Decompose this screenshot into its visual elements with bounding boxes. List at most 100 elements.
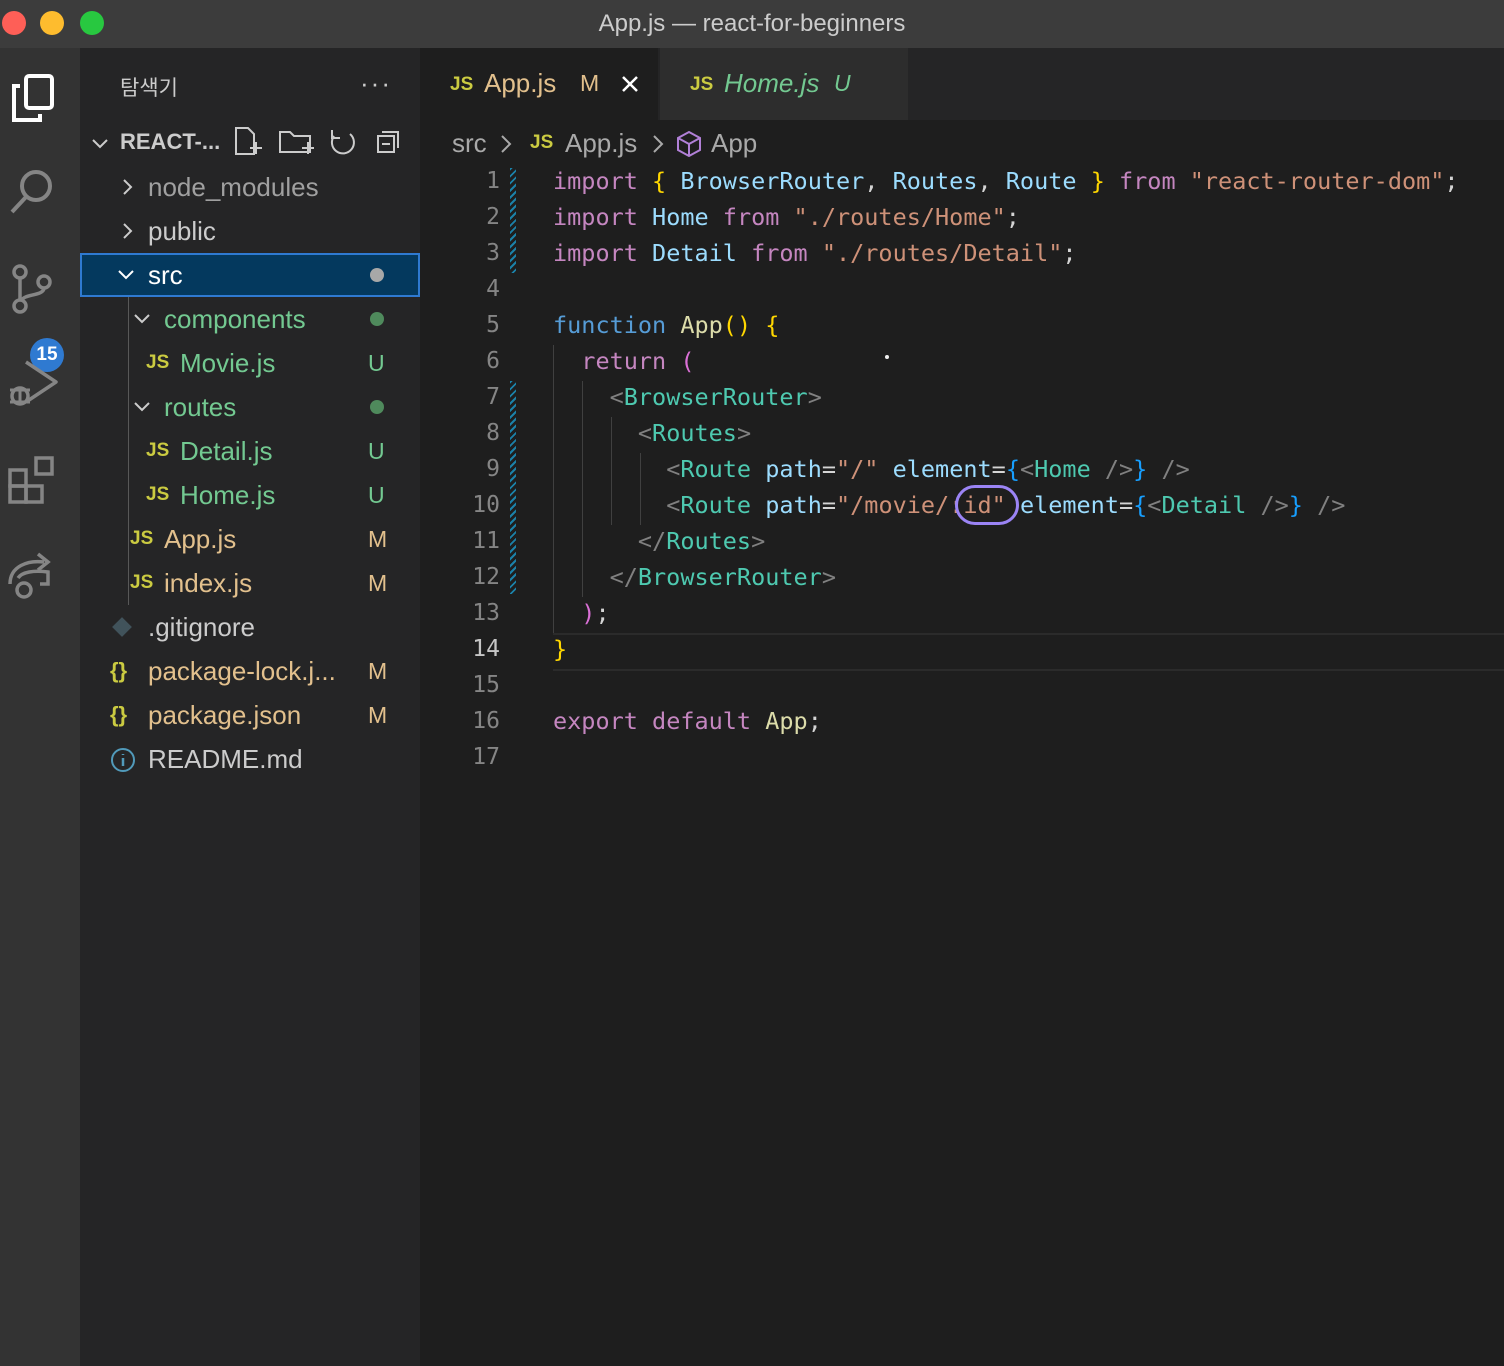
tree-item-label: index.js bbox=[164, 568, 253, 598]
tree-item-label: package.json bbox=[148, 700, 302, 730]
code-line: <BrowserRouter> bbox=[609, 383, 822, 411]
tree-item-movie-js[interactable]: JS Movie.js U bbox=[80, 341, 420, 385]
tree-item-label: .gitignore bbox=[148, 612, 255, 642]
tree-item-label: Detail.js bbox=[180, 436, 273, 466]
tree-item-public[interactable]: public bbox=[80, 209, 420, 253]
tab-status: U bbox=[834, 70, 851, 96]
line-number: 7 bbox=[486, 384, 500, 410]
tab-home-js[interactable]: JS Home.js U bbox=[660, 48, 908, 120]
jsx-tag: Routes bbox=[652, 419, 737, 447]
tab-label: App.js bbox=[484, 68, 557, 98]
more-actions-icon[interactable]: ··· bbox=[360, 68, 392, 99]
tree-item-label: App.js bbox=[164, 524, 237, 554]
info-icon bbox=[111, 748, 135, 772]
tree-item-routes[interactable]: routes bbox=[80, 385, 420, 429]
explorer-title: 탐색기 bbox=[120, 77, 178, 100]
tab-status: M bbox=[580, 70, 600, 96]
tree-item-label: package-lock.j... bbox=[148, 656, 336, 686]
breadcrumb-file[interactable]: App.js bbox=[565, 128, 637, 159]
mouse-speck bbox=[885, 355, 889, 359]
line-number: 6 bbox=[486, 348, 500, 374]
search-icon[interactable] bbox=[4, 164, 62, 222]
string-literal: "/" bbox=[836, 455, 879, 483]
git-status: U bbox=[368, 350, 385, 376]
chevron-down-icon bbox=[118, 270, 134, 280]
js-file-icon: JS bbox=[530, 132, 554, 153]
jsx-attribute: element bbox=[1019, 491, 1119, 519]
line-number: 8 bbox=[486, 420, 500, 446]
jsx-attribute: path bbox=[765, 455, 822, 483]
jsx-tag: Route bbox=[680, 491, 752, 519]
json-file-icon: {} bbox=[110, 658, 128, 683]
code-line: </Routes> bbox=[637, 527, 766, 555]
code-line: } bbox=[553, 635, 568, 663]
explorer-icon[interactable] bbox=[4, 68, 62, 126]
tab-app-js[interactable]: JS App.js M bbox=[420, 48, 658, 120]
tree-item-detail-js[interactable]: JS Detail.js U bbox=[80, 429, 420, 473]
line-number: 10 bbox=[472, 492, 500, 518]
tree-item-index-js[interactable]: JS index.js M bbox=[80, 561, 420, 605]
untracked-dot-icon bbox=[370, 312, 384, 326]
jsx-attribute: element bbox=[892, 455, 992, 483]
tree-item-label: public bbox=[148, 216, 216, 246]
tree-item-gitignore[interactable]: .gitignore bbox=[80, 605, 420, 649]
tree-item-package-lock[interactable]: {} package-lock.j... M bbox=[80, 649, 420, 693]
function-name: App bbox=[680, 311, 723, 339]
jsx-tag: Detail bbox=[1161, 491, 1247, 519]
breadcrumb-folder[interactable]: src bbox=[452, 128, 487, 159]
chevron-right-icon bbox=[123, 223, 133, 239]
modified-dot-icon bbox=[370, 268, 384, 282]
live-share-icon[interactable] bbox=[4, 546, 62, 604]
keyword: export bbox=[553, 707, 638, 735]
line-number: 16 bbox=[472, 708, 500, 734]
tree-item-package-json[interactable]: {} package.json M bbox=[80, 693, 420, 737]
git-file-icon bbox=[112, 617, 132, 637]
identifier: BrowserRouter bbox=[680, 167, 865, 195]
tree-item-label: src bbox=[148, 260, 183, 290]
tree-item-readme[interactable]: README.md bbox=[80, 737, 420, 781]
line-number: 12 bbox=[472, 564, 500, 590]
project-header[interactable]: REACT-... bbox=[80, 120, 420, 164]
code-line: <Route path="/movie/:id" element={<Detai… bbox=[666, 491, 1346, 519]
chevron-down-icon bbox=[134, 314, 150, 324]
js-file-icon: JS bbox=[690, 74, 714, 95]
code-editor[interactable]: 1 2 3 4 5 6 7 8 9 10 11 12 13 14 15 16 1… bbox=[420, 167, 1504, 1366]
highlight-annotation-circle bbox=[955, 485, 1019, 525]
keyword: import bbox=[553, 239, 638, 267]
tree-item-app-js[interactable]: JS App.js M bbox=[80, 517, 420, 561]
code-line: import { BrowserRouter, Routes, Route } … bbox=[553, 167, 1459, 195]
string-literal: "./routes/Detail" bbox=[821, 239, 1063, 267]
breadcrumb-symbol[interactable]: App bbox=[711, 128, 757, 159]
keyword: return bbox=[581, 347, 667, 375]
extensions-icon[interactable] bbox=[4, 450, 62, 508]
code-line: import Detail from "./routes/Detail"; bbox=[553, 239, 1077, 267]
tree-item-home-js[interactable]: JS Home.js U bbox=[80, 473, 420, 517]
window-title: App.js — react-for-beginners bbox=[598, 10, 906, 37]
identifier: Home bbox=[652, 203, 709, 231]
chevron-right-icon bbox=[501, 135, 512, 153]
tree-item-components[interactable]: components bbox=[80, 297, 420, 341]
new-folder-icon[interactable] bbox=[279, 131, 314, 154]
js-file-icon: JS bbox=[130, 528, 154, 549]
json-file-icon: {} bbox=[110, 702, 128, 727]
collapse-all-icon[interactable] bbox=[377, 131, 399, 153]
line-number: 17 bbox=[472, 744, 500, 770]
jsx-tag: Routes bbox=[666, 527, 752, 555]
refresh-icon[interactable] bbox=[330, 130, 355, 155]
line-number: 3 bbox=[486, 240, 500, 266]
line-number: 2 bbox=[486, 204, 500, 230]
jsx-tag: Home bbox=[1034, 455, 1091, 483]
line-number-current: 14 bbox=[472, 636, 500, 662]
close-icon[interactable] bbox=[620, 74, 640, 94]
run-debug-icon[interactable] bbox=[4, 354, 62, 412]
tree-item-node-modules[interactable]: node_modules bbox=[80, 165, 420, 209]
line-number: 5 bbox=[486, 312, 500, 338]
js-file-icon: JS bbox=[130, 572, 154, 593]
js-file-icon: JS bbox=[146, 352, 170, 373]
string-literal: "./routes/Home" bbox=[793, 203, 1006, 231]
chevron-down-icon bbox=[134, 402, 150, 412]
source-control-icon[interactable] bbox=[4, 260, 62, 318]
git-status: M bbox=[368, 526, 388, 552]
new-file-icon[interactable] bbox=[235, 127, 262, 155]
tree-item-src[interactable]: src bbox=[80, 253, 420, 297]
